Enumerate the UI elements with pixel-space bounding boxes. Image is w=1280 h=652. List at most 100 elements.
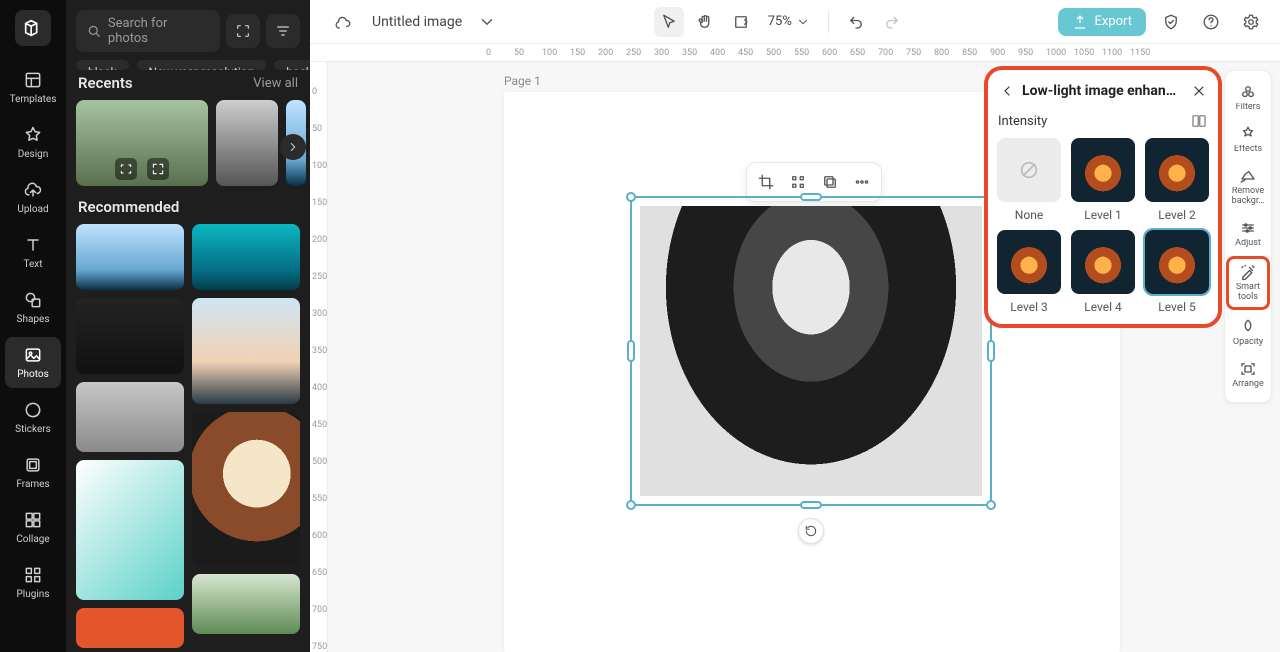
intensity-level[interactable]: None (996, 138, 1062, 222)
right-rail-arrange[interactable]: Arrange (1226, 354, 1270, 396)
view-all-link[interactable]: View all (253, 76, 298, 91)
export-button[interactable]: Export (1058, 8, 1146, 36)
right-rail-opacity[interactable]: Opacity (1226, 312, 1270, 354)
photo-thumb[interactable] (76, 298, 184, 374)
ruler-tick: 550 (312, 499, 327, 509)
doc-title[interactable]: Untitled image (372, 14, 462, 30)
resize-handle[interactable] (626, 500, 636, 510)
recent-thumb[interactable] (216, 100, 278, 186)
shield-icon[interactable] (1156, 7, 1186, 37)
resize-edge[interactable] (800, 501, 822, 509)
tag-chip[interactable]: New year resolution (137, 60, 267, 70)
rail-label: Frames (16, 479, 49, 490)
filter-button[interactable] (266, 14, 300, 48)
intensity-level[interactable]: Level 4 (1070, 230, 1136, 314)
rail-shapes[interactable]: Shapes (5, 282, 61, 333)
more-button[interactable] (847, 167, 877, 197)
ruler-tick: 200 (312, 240, 327, 250)
visual-search-button[interactable] (226, 14, 260, 48)
ruler-tick: 300 (654, 48, 669, 58)
intensity-level[interactable]: Level 5 (1144, 230, 1210, 314)
help-icon[interactable] (1196, 7, 1226, 37)
ruler-tick: 1100 (1102, 48, 1122, 58)
rail-stickers[interactable]: Stickers (5, 392, 61, 443)
rail-collage[interactable]: Collage (5, 502, 61, 553)
recommended-title: Recommended (78, 198, 179, 216)
intensity-level[interactable]: Level 1 (1070, 138, 1136, 222)
resize-dropdown[interactable] (726, 7, 756, 37)
intensity-level[interactable]: Level 2 (1144, 138, 1210, 222)
ruler-tick: 750 (906, 48, 921, 58)
select-tool[interactable] (654, 7, 684, 37)
recent-thumb[interactable] (76, 100, 208, 186)
photo-thumb[interactable] (192, 412, 300, 566)
cloud-sync-icon[interactable] (328, 7, 358, 37)
rail-upload[interactable]: Upload (5, 172, 61, 223)
right-rail-filters[interactable]: Filters (1226, 77, 1270, 119)
rotate-handle[interactable] (798, 518, 824, 544)
recents-row (66, 100, 310, 194)
tag-chip[interactable]: back (274, 60, 310, 70)
intensity-swatch (997, 230, 1061, 294)
rail-design[interactable]: Design (5, 117, 61, 168)
photo-thumb[interactable] (76, 608, 184, 648)
hand-tool[interactable] (690, 7, 720, 37)
rail-frames[interactable]: Frames (5, 447, 61, 498)
ruler-tick: 50 (312, 129, 322, 139)
right-rail-label: Remove backgr… (1226, 187, 1270, 207)
intensity-caption: Level 5 (1158, 300, 1196, 314)
resize-handle[interactable] (986, 500, 996, 510)
ruler-tick: 450 (312, 425, 327, 435)
photo-thumb[interactable] (192, 298, 300, 404)
rail-templates[interactable]: Templates (5, 62, 61, 113)
popup-title: Low-light image enhan… (1022, 83, 1184, 99)
ruler-tick: 1000 (1046, 48, 1066, 58)
expand-icon[interactable] (147, 158, 169, 180)
rail-plugins[interactable]: Plugins (5, 557, 61, 608)
chevron-left-icon (999, 83, 1015, 99)
rail-photos[interactable]: Photos (5, 337, 61, 388)
photo-thumb[interactable] (192, 574, 300, 634)
ruler-tick: 150 (312, 203, 327, 213)
tag-chip[interactable]: black (76, 60, 129, 70)
ruler-tick: 500 (312, 462, 327, 472)
app-logo[interactable] (15, 10, 51, 46)
resize-edge[interactable] (987, 340, 995, 362)
photo-thumb[interactable] (76, 224, 184, 290)
crop-button[interactable] (751, 167, 781, 197)
selected-image[interactable] (630, 196, 992, 506)
right-rail-effects[interactable]: Effects (1226, 119, 1270, 161)
resize-edge[interactable] (627, 340, 635, 362)
remove-bg-icon[interactable] (115, 158, 137, 180)
resize-edge[interactable] (800, 193, 822, 201)
export-label: Export (1094, 14, 1132, 29)
left-rail: Templates Design Upload Text Shapes Phot… (0, 0, 66, 652)
search-input[interactable]: Search for photos (76, 10, 220, 52)
intensity-swatch (1071, 138, 1135, 202)
right-rail-adjust[interactable]: Adjust (1226, 213, 1270, 255)
topbar: Untitled image 75% Export (310, 0, 1280, 44)
undo-button[interactable] (841, 7, 871, 37)
rail-text[interactable]: Text (5, 227, 61, 278)
compare-icon[interactable] (1190, 112, 1208, 130)
resize-handle[interactable] (626, 192, 636, 202)
right-rail-remove-backgr-[interactable]: Remove backgr… (1226, 161, 1270, 213)
photo-thumb[interactable] (192, 224, 300, 290)
search-icon (86, 23, 102, 39)
right-rail-smart-tools[interactable]: Smart tools (1226, 256, 1270, 310)
popup-back-button[interactable] (998, 82, 1016, 100)
redo-button[interactable] (877, 7, 907, 37)
photo-thumb[interactable] (76, 460, 184, 600)
doc-title-dropdown[interactable] (472, 7, 502, 37)
settings-icon[interactable] (1236, 7, 1266, 37)
rail-label: Collage (16, 534, 49, 545)
search-placeholder: Search for photos (108, 16, 210, 46)
zoom-display[interactable]: 75% (762, 14, 816, 29)
intensity-level[interactable]: Level 3 (996, 230, 1062, 314)
ruler-tick: 950 (1018, 48, 1033, 58)
popup-close-button[interactable] (1190, 82, 1208, 100)
photo-thumb[interactable] (76, 382, 184, 452)
recents-next-button[interactable] (280, 134, 306, 160)
ruler-tick: 750 (312, 647, 327, 652)
ruler-tick: 200 (598, 48, 613, 58)
